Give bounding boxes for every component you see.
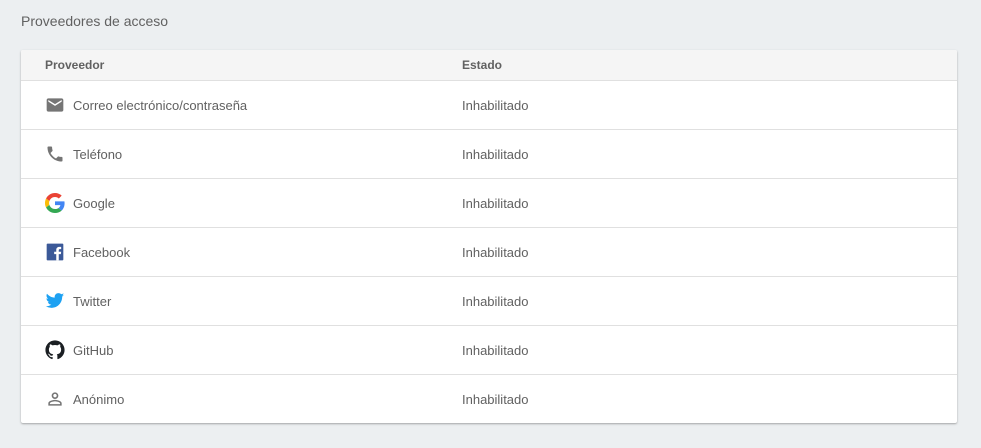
- table-row[interactable]: Google Inhabilitado: [21, 179, 957, 228]
- provider-name: Twitter: [73, 293, 112, 309]
- google-icon: [45, 193, 65, 213]
- table-row[interactable]: GitHub Inhabilitado: [21, 326, 957, 375]
- provider-name: GitHub: [73, 342, 114, 358]
- twitter-icon: [45, 291, 65, 311]
- provider-status: Inhabilitado: [462, 342, 529, 358]
- provider-status: Inhabilitado: [462, 146, 529, 162]
- header-status[interactable]: Estado: [462, 58, 957, 72]
- github-icon: [45, 340, 65, 360]
- table-row[interactable]: Teléfono Inhabilitado: [21, 130, 957, 179]
- provider-name: Teléfono: [73, 146, 123, 162]
- table-row[interactable]: Twitter Inhabilitado: [21, 277, 957, 326]
- provider-status: Inhabilitado: [462, 195, 529, 211]
- table-header: Proveedor Estado: [21, 50, 957, 81]
- provider-name: Google: [73, 195, 115, 211]
- facebook-icon: [45, 242, 65, 262]
- provider-name: Anónimo: [73, 391, 125, 407]
- section-title: Proveedores de acceso: [21, 13, 169, 29]
- email-icon: [45, 95, 65, 115]
- provider-name: Facebook: [73, 244, 131, 260]
- table-row[interactable]: Correo electrónico/contraseña Inhabilita…: [21, 81, 957, 130]
- provider-name: Correo electrónico/contraseña: [73, 97, 248, 113]
- providers-table: Proveedor Estado Correo electrónico/cont…: [21, 50, 957, 423]
- provider-status: Inhabilitado: [462, 391, 529, 407]
- anonymous-icon: [45, 389, 65, 409]
- table-row[interactable]: Facebook Inhabilitado: [21, 228, 957, 277]
- provider-status: Inhabilitado: [462, 244, 529, 260]
- provider-status: Inhabilitado: [462, 97, 529, 113]
- provider-status: Inhabilitado: [462, 293, 529, 309]
- table-row[interactable]: Anónimo Inhabilitado: [21, 375, 957, 423]
- header-provider[interactable]: Proveedor: [21, 58, 462, 72]
- phone-icon: [45, 144, 65, 164]
